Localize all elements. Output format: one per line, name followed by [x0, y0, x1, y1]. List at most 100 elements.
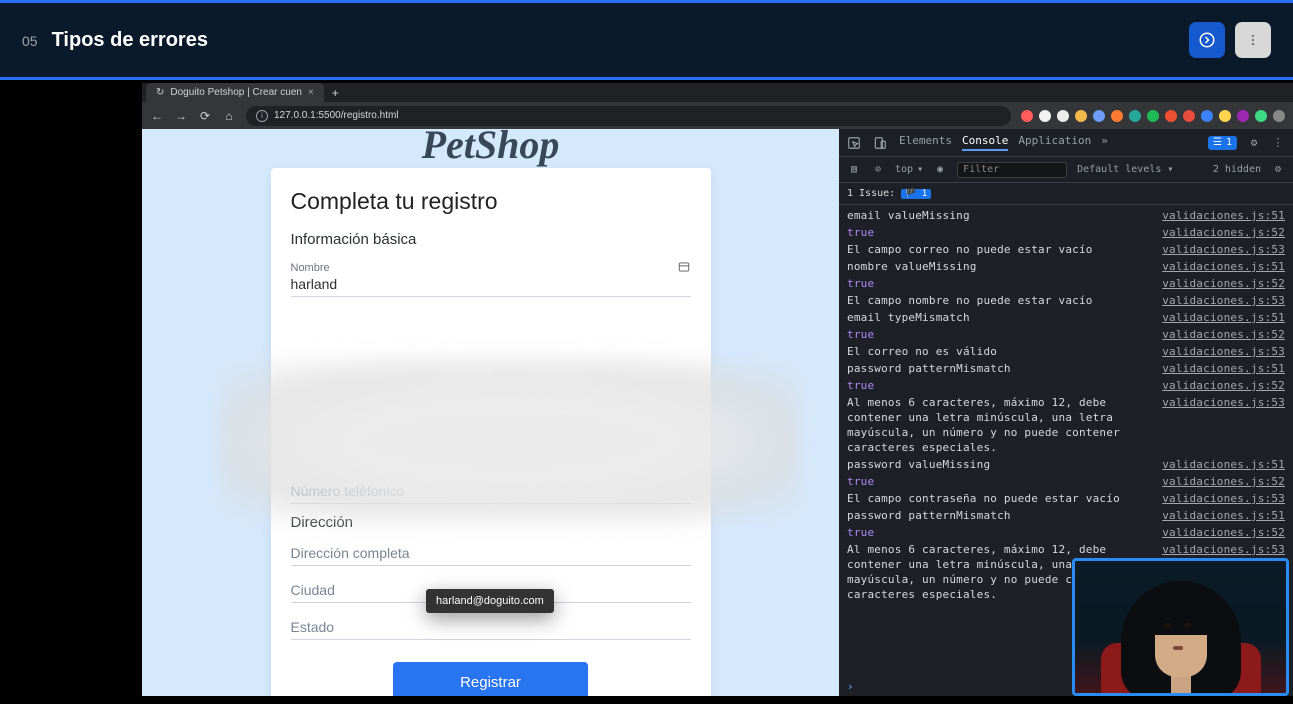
extension-icon[interactable]: [1039, 110, 1051, 122]
contact-card-icon[interactable]: [677, 260, 691, 274]
extension-icon[interactable]: [1255, 110, 1267, 122]
extension-icon[interactable]: [1111, 110, 1123, 122]
form-heading: Completa tu registro: [291, 188, 691, 215]
page-viewport: PetShop Completa tu registro Información…: [142, 129, 839, 696]
tab-elements[interactable]: Elements: [899, 134, 952, 151]
console-message: password valueMissing: [847, 457, 1154, 472]
extension-icon[interactable]: [1093, 110, 1105, 122]
console-filter-input[interactable]: Filter: [957, 162, 1067, 178]
console-source-link[interactable]: validaciones.js:53: [1154, 293, 1285, 308]
console-line: password patternMismatchvalidaciones.js:…: [839, 360, 1293, 377]
inspect-icon[interactable]: [847, 136, 861, 150]
extension-icon[interactable]: [1057, 110, 1069, 122]
console-line: El campo nombre no puede estar vacíovali…: [839, 292, 1293, 309]
issues-bar[interactable]: 1 Issue: 🏴 1: [839, 183, 1293, 205]
console-settings-icon[interactable]: ⚙: [1271, 163, 1285, 177]
console-message: El campo nombre no puede estar vacío: [847, 293, 1154, 308]
console-source-link[interactable]: validaciones.js:51: [1154, 208, 1285, 223]
url-text: 127.0.0.1:5500/registro.html: [274, 110, 399, 121]
back-button[interactable]: ←: [150, 109, 164, 123]
console-message: password patternMismatch: [847, 361, 1154, 376]
course-actions: [1189, 22, 1271, 58]
new-tab-button[interactable]: +: [324, 83, 347, 102]
url-field[interactable]: i 127.0.0.1:5500/registro.html: [246, 106, 1011, 126]
console-source-link[interactable]: validaciones.js:52: [1154, 276, 1285, 291]
console-source-link[interactable]: validaciones.js:53: [1154, 395, 1285, 455]
console-message: password patternMismatch: [847, 508, 1154, 523]
address-bar: ← → ⟳ ⌂ i 127.0.0.1:5500/registro.html: [142, 102, 1293, 129]
console-source-link[interactable]: validaciones.js:52: [1154, 225, 1285, 240]
more-vertical-icon: [1246, 33, 1260, 47]
name-field[interactable]: Nombre harland: [291, 256, 691, 297]
address-full-field[interactable]: Dirección completa: [291, 539, 691, 566]
console-line: truevalidaciones.js:52: [839, 326, 1293, 343]
console-message: email valueMissing: [847, 208, 1154, 223]
live-expression-icon[interactable]: ◉: [933, 163, 947, 177]
console-message: email typeMismatch: [847, 310, 1154, 325]
hidden-count[interactable]: 2 hidden: [1213, 164, 1261, 175]
phone-field[interactable]: Número teléfonico: [291, 477, 691, 504]
console-line: El campo correo no puede estar vacíovali…: [839, 241, 1293, 258]
arrow-right-circle-icon: [1198, 31, 1216, 49]
devtools-tabs: Elements Console Application »: [899, 134, 1108, 151]
settings-icon[interactable]: ⚙: [1247, 136, 1261, 150]
console-line: password valueMissingvalidaciones.js:51: [839, 456, 1293, 473]
extension-icon[interactable]: [1273, 110, 1285, 122]
console-sidebar-icon[interactable]: ▤: [847, 163, 861, 177]
console-message: true: [847, 276, 1154, 291]
console-source-link[interactable]: validaciones.js:52: [1154, 378, 1285, 393]
console-source-link[interactable]: validaciones.js:52: [1154, 474, 1285, 489]
autofill-suggestion[interactable]: harland@doguito.com: [426, 589, 554, 613]
close-tab-icon[interactable]: ×: [308, 87, 314, 98]
tab-application[interactable]: Application: [1018, 134, 1091, 151]
console-message: El campo correo no puede estar vacío: [847, 242, 1154, 257]
console-source-link[interactable]: validaciones.js:53: [1154, 242, 1285, 257]
console-line: truevalidaciones.js:52: [839, 377, 1293, 394]
tabs-overflow-icon[interactable]: »: [1101, 134, 1108, 151]
console-source-link[interactable]: validaciones.js:52: [1154, 525, 1285, 540]
site-logo: PetShop: [422, 129, 560, 168]
submit-button[interactable]: Registrar: [393, 662, 588, 696]
home-button[interactable]: ⌂: [222, 109, 236, 123]
console-source-link[interactable]: validaciones.js:51: [1154, 310, 1285, 325]
lesson-number: 05: [22, 33, 38, 49]
site-info-icon[interactable]: i: [256, 110, 268, 122]
issues-label: 1 Issue:: [847, 188, 895, 199]
console-source-link[interactable]: validaciones.js:51: [1154, 361, 1285, 376]
section-basic-info: Información básica: [291, 231, 691, 248]
console-source-link[interactable]: validaciones.js:51: [1154, 259, 1285, 274]
devtools-more-icon[interactable]: ⋮: [1271, 136, 1285, 150]
console-line: truevalidaciones.js:52: [839, 524, 1293, 541]
console-source-link[interactable]: validaciones.js:52: [1154, 327, 1285, 342]
extension-icon[interactable]: [1183, 110, 1195, 122]
console-line: truevalidaciones.js:52: [839, 275, 1293, 292]
extension-icon[interactable]: [1075, 110, 1087, 122]
next-button[interactable]: [1189, 22, 1225, 58]
extension-icon[interactable]: [1129, 110, 1141, 122]
reload-button[interactable]: ⟳: [198, 109, 212, 123]
forward-button[interactable]: →: [174, 109, 188, 123]
extension-icon[interactable]: [1237, 110, 1249, 122]
tab-console[interactable]: Console: [962, 134, 1008, 151]
extension-icon[interactable]: [1021, 110, 1033, 122]
clear-console-icon[interactable]: ⊘: [871, 163, 885, 177]
device-toggle-icon[interactable]: [873, 136, 887, 150]
context-selector[interactable]: top ▾: [895, 164, 923, 175]
console-message: true: [847, 474, 1154, 489]
console-source-link[interactable]: validaciones.js:51: [1154, 508, 1285, 523]
extension-icon[interactable]: [1201, 110, 1213, 122]
extension-icon[interactable]: [1147, 110, 1159, 122]
console-message: Al menos 6 caracteres, máximo 12, debe c…: [847, 395, 1154, 455]
course-header: 05 Tipos de errores: [0, 0, 1293, 80]
log-levels-selector[interactable]: Default levels ▾: [1077, 164, 1173, 175]
state-field[interactable]: Estado: [291, 613, 691, 640]
console-source-link[interactable]: validaciones.js:51: [1154, 457, 1285, 472]
errors-badge[interactable]: ☰ 1: [1208, 136, 1237, 150]
more-button[interactable]: [1235, 22, 1271, 58]
browser-tab[interactable]: ↻ Doguito Petshop | Crear cuen ×: [146, 83, 324, 102]
console-source-link[interactable]: validaciones.js:53: [1154, 344, 1285, 359]
extension-icon[interactable]: [1165, 110, 1177, 122]
console-toolbar: ▤ ⊘ top ▾ ◉ Filter Default levels ▾ 2 hi…: [839, 157, 1293, 183]
extension-icon[interactable]: [1219, 110, 1231, 122]
console-source-link[interactable]: validaciones.js:53: [1154, 491, 1285, 506]
